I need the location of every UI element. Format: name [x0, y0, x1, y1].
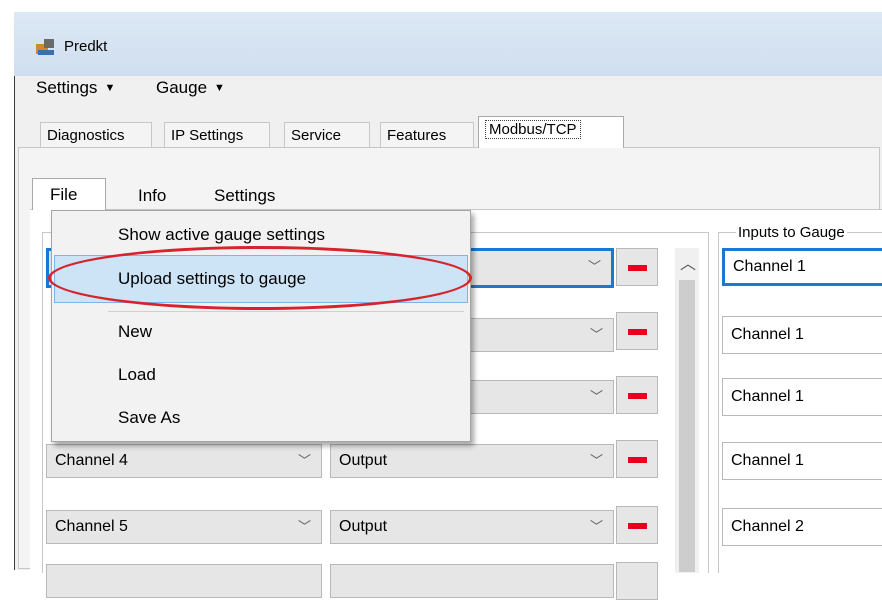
chevron-down-icon: ﹀: [589, 453, 603, 468]
chevron-down-icon: ﹀: [589, 327, 603, 342]
tab-modbus-tcp-label: Modbus/TCP: [485, 120, 581, 139]
menu-gauge-label: Gauge: [156, 78, 208, 97]
channel-select-5[interactable]: Channel 5 ﹀: [46, 510, 322, 544]
menu-item-show-active-settings[interactable]: Show active gauge settings: [118, 225, 325, 245]
menu-item-load[interactable]: Load: [118, 365, 156, 385]
input-channel-2[interactable]: Channel 1: [722, 316, 882, 354]
direction-select-6[interactable]: [330, 564, 614, 598]
menu-item-new[interactable]: New: [118, 322, 152, 342]
chevron-down-icon: ﹀: [589, 389, 603, 404]
channel-select-6[interactable]: [46, 564, 322, 598]
direction-select-4[interactable]: Output ﹀: [330, 444, 614, 478]
remove-button-3[interactable]: [616, 376, 658, 414]
tab-modbus-tcp[interactable]: Modbus/TCP: [478, 116, 624, 148]
menu-separator: [108, 311, 464, 312]
channel-select-4[interactable]: Channel 4 ﹀: [46, 444, 322, 478]
scroll-up-icon[interactable]: ︿: [680, 250, 696, 274]
remove-button-5[interactable]: [616, 506, 658, 544]
remove-icon: [628, 265, 647, 271]
chevron-down-icon: ﹀: [589, 519, 603, 534]
remove-icon: [628, 523, 647, 529]
direction-select-5[interactable]: Output ﹀: [330, 510, 614, 544]
direction-select-5-value: Output: [339, 518, 388, 535]
input-channel-5[interactable]: Channel 2: [722, 508, 882, 546]
menu-gauge[interactable]: Gauge ▼: [156, 78, 225, 98]
subtab-info[interactable]: Info: [138, 186, 166, 206]
channel-select-4-value: Channel 4: [55, 452, 128, 469]
remove-button-1[interactable]: [616, 248, 658, 286]
direction-select-4-value: Output: [339, 452, 388, 469]
tab-ip-settings[interactable]: IP Settings: [164, 122, 270, 147]
input-channel-3[interactable]: Channel 1: [722, 378, 882, 416]
subtab-file[interactable]: File: [32, 178, 106, 210]
input-channel-1[interactable]: Channel 1: [722, 248, 882, 286]
chevron-down-icon: ﹀: [297, 453, 311, 468]
app-icon: [36, 39, 54, 55]
menu-item-save-as[interactable]: Save As: [118, 408, 180, 428]
tab-features[interactable]: Features: [380, 122, 474, 147]
remove-icon: [628, 393, 647, 399]
remove-icon: [628, 457, 647, 463]
scroll-thumb[interactable]: [679, 280, 695, 572]
remove-icon: [628, 329, 647, 335]
remove-button-2[interactable]: [616, 312, 658, 350]
remove-button-6[interactable]: [616, 562, 658, 600]
window-title: Predkt: [64, 38, 108, 55]
chevron-down-icon: ▼: [104, 82, 116, 94]
chevron-down-icon: ▼: [214, 82, 225, 94]
chevron-down-icon: ﹀: [297, 519, 311, 534]
highlight-annotation: [48, 246, 472, 310]
subtab-settings[interactable]: Settings: [214, 186, 275, 206]
vertical-scrollbar[interactable]: ︿: [675, 248, 699, 573]
title-bar: [14, 12, 882, 76]
menu-settings-label: Settings: [36, 78, 98, 97]
channel-select-5-value: Channel 5: [55, 518, 128, 535]
chevron-down-icon: ﹀: [587, 259, 601, 274]
tab-diagnostics[interactable]: Diagnostics: [40, 122, 152, 147]
menu-settings[interactable]: Settings ▼: [36, 78, 115, 98]
input-channel-4[interactable]: Channel 1: [722, 442, 882, 480]
tab-service[interactable]: Service: [284, 122, 370, 147]
inputs-group-label: Inputs to Gauge: [736, 224, 847, 241]
remove-button-4[interactable]: [616, 440, 658, 478]
